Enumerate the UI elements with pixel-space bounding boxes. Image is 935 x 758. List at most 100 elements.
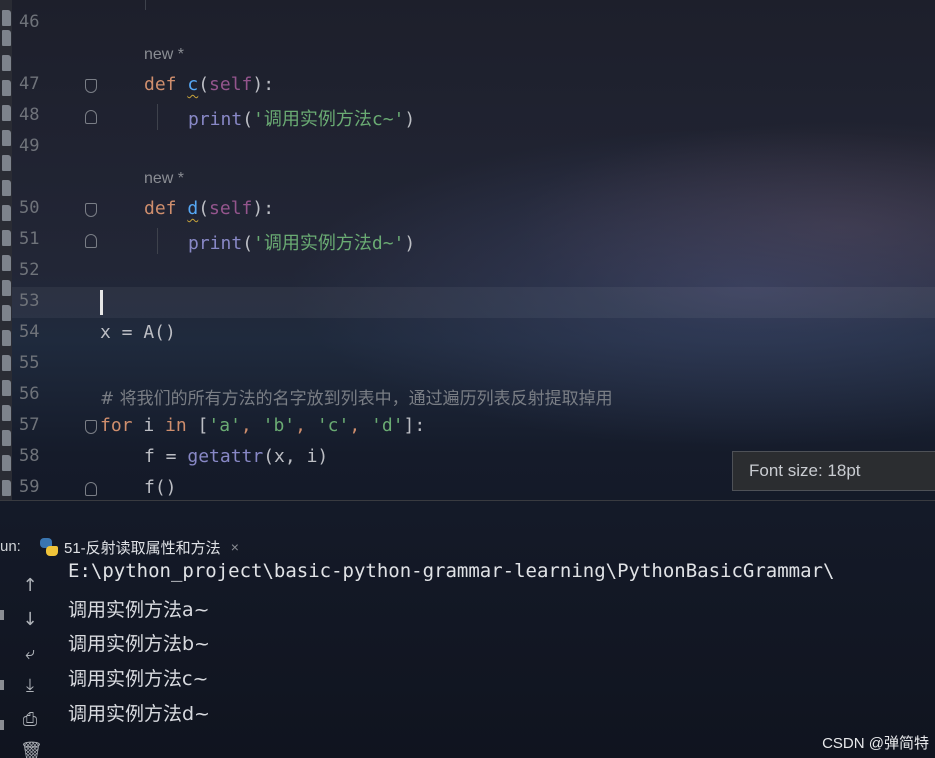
strip-marker xyxy=(2,130,11,146)
code-line-57: for i in ['a', 'b', 'c', 'd']: xyxy=(100,415,425,436)
line-number: 47 xyxy=(19,74,40,94)
indent-guide xyxy=(145,0,146,10)
punct: ) xyxy=(404,109,416,130)
string-literal: 'd' xyxy=(371,415,404,436)
close-icon[interactable]: × xyxy=(231,539,239,555)
watermark: CSDN @弹简特 xyxy=(822,735,929,752)
line-number: 54 xyxy=(19,322,40,342)
strip-marker xyxy=(2,230,11,246)
strip-marker xyxy=(2,455,11,471)
function-name: d xyxy=(187,198,199,219)
string-literal: 'b' xyxy=(262,415,296,436)
fold-open-icon[interactable] xyxy=(85,79,97,93)
strip-marker xyxy=(2,380,11,396)
arrow-down-icon[interactable]: ↓ xyxy=(20,610,40,630)
fold-open-icon[interactable] xyxy=(85,203,97,217)
punct: ]: xyxy=(403,415,426,436)
code-editor[interactable]: 46 47 48 49 50 51 52 53 54 55 56 57 58 5… xyxy=(12,0,935,500)
code-text: f = xyxy=(144,446,188,467)
strip-marker xyxy=(2,330,11,346)
punct: , xyxy=(349,415,372,436)
keyword: for xyxy=(100,415,133,436)
strip-marker xyxy=(2,480,11,496)
function-name: c xyxy=(187,74,199,95)
punct: ): xyxy=(252,198,275,219)
run-label: un: xyxy=(0,538,21,555)
punct: ( xyxy=(242,233,254,254)
code-line-47: def c(self): xyxy=(144,74,274,95)
self-param: self xyxy=(209,198,253,219)
current-line-highlight xyxy=(12,287,935,318)
strip-marker xyxy=(2,10,11,26)
punct: ): xyxy=(252,74,275,95)
line-number: 51 xyxy=(19,229,40,249)
indent-guide xyxy=(157,228,158,254)
console-line: 调用实例方法d~ xyxy=(68,703,210,725)
line-number: 49 xyxy=(19,136,40,156)
inlay-hint[interactable]: new * xyxy=(144,46,184,64)
builtin-call: getattr xyxy=(187,446,264,467)
keyword: def xyxy=(144,74,177,95)
soft-wrap-icon[interactable]: ⤶ xyxy=(20,644,40,664)
code-text: i xyxy=(132,415,166,436)
code-line-59: f() xyxy=(144,477,177,498)
console-line: E:\python_project\basic-python-grammar-l… xyxy=(68,560,835,582)
edge-marker xyxy=(0,680,4,690)
strip-marker xyxy=(2,355,11,371)
strip-marker xyxy=(2,55,11,71)
trash-icon[interactable]: 🗑 xyxy=(20,742,43,758)
python-icon xyxy=(40,538,58,556)
strip-marker xyxy=(2,405,11,421)
strip-marker xyxy=(2,255,11,271)
run-tab-title: 51-反射读取属性和方法 xyxy=(64,539,221,557)
punct: ) xyxy=(404,233,416,254)
punct: ( xyxy=(242,109,254,130)
line-number: 46 xyxy=(19,12,40,32)
builtin-call: print xyxy=(188,109,243,130)
strip-marker xyxy=(2,205,11,221)
scroll-to-end-icon[interactable]: ⤓ xyxy=(20,676,40,696)
edge-marker xyxy=(0,720,4,730)
left-tool-strip xyxy=(0,0,12,500)
panel-divider[interactable] xyxy=(0,500,935,501)
code-line-54: x = A() xyxy=(100,322,176,343)
console-line: 调用实例方法c~ xyxy=(68,668,209,690)
strip-marker xyxy=(2,280,11,296)
punct: ( xyxy=(198,198,210,219)
strip-marker xyxy=(2,30,11,46)
string-literal: '调用实例方法c~' xyxy=(253,109,405,130)
code-line-51: print('调用实例方法d~') xyxy=(188,229,415,255)
fold-open-icon[interactable] xyxy=(85,420,97,434)
line-number: 53 xyxy=(19,291,40,311)
print-icon[interactable]: ⎙ xyxy=(20,710,40,730)
run-tab[interactable]: 51-反射读取属性和方法 × xyxy=(40,534,239,560)
line-number: 48 xyxy=(19,105,40,125)
code-line-50: def d(self): xyxy=(144,198,274,219)
code-line-58: f = getattr(x, i) xyxy=(144,446,328,467)
arrow-up-icon[interactable]: ↑ xyxy=(20,576,40,596)
string-literal: 'c' xyxy=(316,415,350,436)
string-literal: '调用实例方法d~' xyxy=(253,233,405,254)
code-text: (x, i) xyxy=(263,446,329,467)
code-text: [ xyxy=(186,415,209,436)
punct: , xyxy=(295,415,317,436)
self-param: self xyxy=(209,74,253,95)
fold-close-icon[interactable] xyxy=(85,482,97,496)
builtin-call: print xyxy=(188,233,243,254)
fold-close-icon[interactable] xyxy=(85,110,97,124)
font-size-tooltip: Font size: 18pt xyxy=(732,451,935,491)
line-number: 58 xyxy=(19,446,40,466)
punct: ( xyxy=(198,74,210,95)
line-number: 56 xyxy=(19,384,40,404)
line-number: 52 xyxy=(19,260,40,280)
punct: , xyxy=(240,415,263,436)
keyword: in xyxy=(165,415,187,436)
line-number: 50 xyxy=(19,198,40,218)
strip-marker xyxy=(2,105,11,121)
strip-marker xyxy=(2,305,11,321)
console-line: 调用实例方法a~ xyxy=(68,599,210,621)
inlay-hint[interactable]: new * xyxy=(144,170,184,188)
code-line-48: print('调用实例方法c~') xyxy=(188,105,415,131)
fold-close-icon[interactable] xyxy=(85,234,97,248)
strip-marker xyxy=(2,155,11,171)
